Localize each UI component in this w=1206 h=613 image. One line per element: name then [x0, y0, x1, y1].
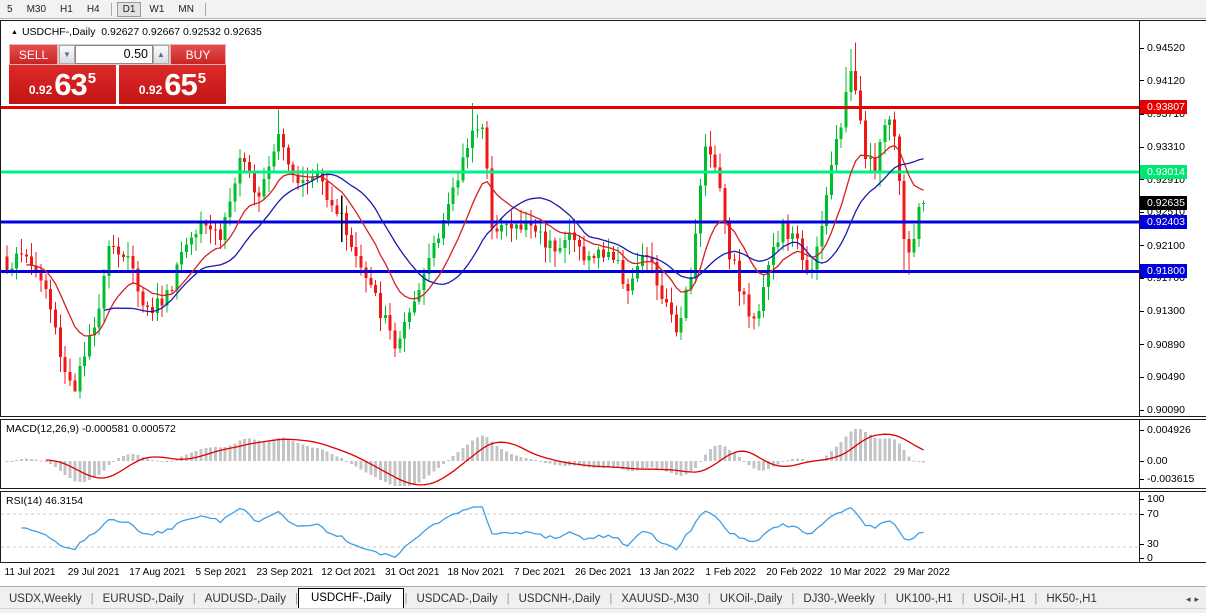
buy-price-pip: 5 [198, 70, 206, 87]
toolbar-separator [111, 3, 112, 16]
tab-usdchf-daily[interactable]: USDCHF-,Daily [298, 588, 405, 609]
rsi-plot [1, 492, 1139, 562]
tab-scroll-arrows-icon[interactable]: ◂▸ [1186, 594, 1203, 605]
price-tick-label: 0.94120 [1140, 75, 1185, 87]
rsi-name: RSI(14) [6, 495, 42, 507]
tab-usoil-h1[interactable]: USOil-,H1 [965, 590, 1035, 609]
tab-usdx-weekly[interactable]: USDX,Weekly [0, 590, 91, 609]
date-axis: 11 Jul 2021 29 Jul 2021 17 Aug 2021 5 Sep 2… [0, 563, 1206, 586]
status-strip [0, 608, 1206, 613]
date-tick-label: 10 Mar 2022 [830, 567, 886, 578]
rsi-axis: 100 70 30 0 [1139, 492, 1206, 562]
date-tick-label: 17 Aug 2021 [129, 567, 185, 578]
date-tick-label: 12 Oct 2021 [321, 567, 375, 578]
price-level-badge: 0.92403 [1140, 215, 1187, 229]
price-tick-label: 0.90090 [1140, 404, 1185, 416]
tab-usdcad-daily[interactable]: USDCAD-,Daily [407, 590, 506, 609]
buy-price-button[interactable]: 0.92 65 5 [119, 65, 226, 104]
timeframe-toolbar: 5M30H1H4 D1W1MN [0, 0, 1206, 19]
sell-button[interactable]: SELL [9, 44, 58, 65]
buy-price-prefix: 0.92 [139, 83, 162, 97]
chart-title: ▲ USDCHF-,Daily 0.92627 0.92667 0.92532 0… [11, 26, 262, 38]
price-axis: 0.945200.941200.937100.933100.929100.925… [1139, 21, 1206, 416]
date-tick-label: 1 Feb 2022 [705, 567, 756, 578]
chart-tab-bar: USDX,Weekly|EURUSD-,Daily|AUDUSD-,Daily|… [0, 586, 1206, 609]
rsi-tick-label: 0 [1140, 552, 1153, 562]
rsi-tick-label: 30 [1140, 538, 1159, 550]
timeframe-button-m30[interactable]: M30 [21, 2, 52, 17]
sell-price-main: 63 [54, 67, 86, 103]
timeframe-button-h1[interactable]: H1 [54, 2, 79, 17]
date-tick-label: 26 Dec 2021 [575, 567, 632, 578]
price-tick-label: 0.93310 [1140, 141, 1185, 153]
macd-tick-label: -0.003615 [1140, 473, 1194, 485]
price-tick-label: 0.91300 [1140, 305, 1185, 317]
tab-dj30-weekly[interactable]: DJ30-,Weekly [794, 590, 883, 609]
rsi-label: RSI(14) 46.3154 [6, 495, 83, 507]
timeframe-button-h4[interactable]: H4 [81, 2, 106, 17]
date-tick-label: 20 Feb 2022 [766, 567, 822, 578]
rsi-indicator-panel[interactable]: RSI(14) 46.3154 100 70 30 0 [0, 491, 1206, 563]
volume-input[interactable]: 0.50 [75, 45, 153, 64]
date-tick-label: 18 Nov 2021 [448, 567, 505, 578]
price-tick-label: 0.90890 [1140, 339, 1185, 351]
timeframe-button-w1[interactable]: W1 [143, 2, 170, 17]
trading-terminal-window: 5M30H1H4D1W1MN ▲USDCHF-,Daily 0.92627 0.… [0, 0, 1206, 613]
timeframe-button-d1[interactable]: D1 [117, 2, 142, 17]
sell-price-button[interactable]: 0.92 63 5 [9, 65, 116, 104]
tab-xauusd-m30[interactable]: XAUUSD-,M30 [612, 590, 707, 609]
macd-values: -0.000581 0.000572 [82, 423, 176, 435]
date-tick-label: 23 Sep 2021 [256, 567, 313, 578]
tab-hk50-h1[interactable]: HK50-,H1 [1037, 590, 1106, 609]
macd-name: MACD(12,26,9) [6, 423, 79, 435]
price-chart-panel[interactable]: ▲ USDCHF-,Daily 0.92627 0.92667 0.92532 0… [0, 20, 1206, 417]
macd-tick-label: 0.00 [1140, 455, 1167, 467]
rsi-tick-label: 100 [1140, 493, 1165, 505]
macd-indicator-panel[interactable]: MACD(12,26,9) -0.000581 0.000572 0.00492… [0, 419, 1206, 489]
tab-uk100-h1[interactable]: UK100-,H1 [887, 590, 962, 609]
price-tick-label: 0.90490 [1140, 371, 1185, 383]
volume-increase-button[interactable]: ▲ [153, 45, 169, 64]
date-tick-label: 29 Jul 2021 [68, 567, 120, 578]
date-tick-label: 11 Jul 2021 [5, 567, 56, 578]
price-level-badge: 0.93014 [1140, 165, 1187, 179]
date-tick-label: 5 Sep 2021 [196, 567, 247, 578]
price-tick-label: 0.92100 [1140, 240, 1185, 252]
date-tick-label: 29 Mar 2022 [894, 567, 950, 578]
sell-price-prefix: 0.92 [29, 83, 52, 97]
date-tick-label: 13 Jan 2022 [639, 567, 694, 578]
price-level-badge: 0.93807 [1140, 100, 1187, 114]
macd-tick-label: 0.004926 [1140, 424, 1191, 436]
rsi-tick-label: 70 [1140, 508, 1159, 520]
tab-usdcnh-daily[interactable]: USDCNH-,Daily [510, 590, 610, 609]
chart-ohlc-values: 0.92627 0.92667 0.92532 0.92635 [101, 26, 262, 38]
sell-price-pip: 5 [88, 70, 96, 87]
tab-audusd-daily[interactable]: AUDUSD-,Daily [196, 590, 295, 609]
tab-eurusd-daily[interactable]: EURUSD-,Daily [94, 590, 193, 609]
volume-decrease-button[interactable]: ▼ [59, 45, 75, 64]
toolbar-separator [205, 3, 206, 16]
timeframe-button-5[interactable]: 5 [1, 2, 19, 17]
rsi-value: 46.3154 [45, 495, 83, 507]
price-tick-label: 0.94520 [1140, 42, 1185, 54]
buy-price-main: 65 [164, 67, 196, 103]
volume-control: ▼ 0.50 ▲ [58, 44, 170, 65]
timeframe-button-mn[interactable]: MN [172, 2, 200, 17]
price-level-badge: 0.91800 [1140, 264, 1187, 278]
buy-button[interactable]: BUY [170, 44, 226, 65]
macd-label: MACD(12,26,9) -0.000581 0.000572 [6, 423, 176, 435]
tab-ukoil-daily[interactable]: UKOil-,Daily [711, 590, 792, 609]
date-tick-label: 7 Dec 2021 [514, 567, 565, 578]
price-level-badge: 0.92635 [1140, 196, 1187, 210]
macd-axis: 0.004926 0.00 -0.003615 [1139, 420, 1206, 488]
one-click-trade-panel: SELL ▼ 0.50 ▲ BUY 0.92 63 5 0.92 65 5 [9, 44, 226, 104]
chart-symbol-label: USDCHF-,Daily [22, 26, 96, 38]
date-tick-label: 31 Oct 2021 [385, 567, 439, 578]
collapse-chart-icon[interactable]: ▲ [11, 29, 18, 36]
